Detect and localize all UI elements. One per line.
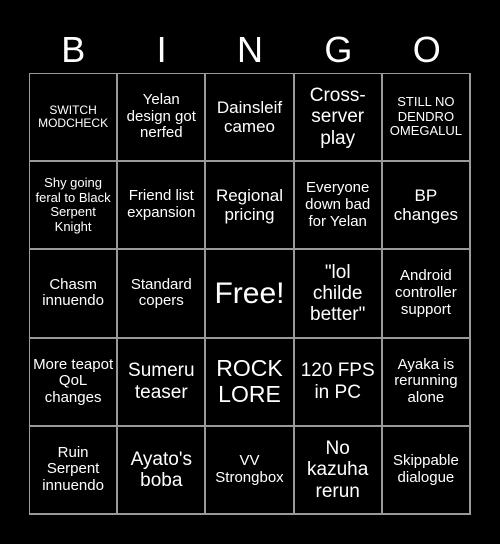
- header-letter-o: O: [412, 29, 441, 70]
- cell-text: 120 FPS in PC: [300, 360, 375, 403]
- bingo-cell-r4-c2[interactable]: Sumeru teaser: [118, 338, 207, 427]
- cell-text: SWITCH MODCHECK: [38, 102, 109, 131]
- cell-text: Ruin Serpent innuendo: [42, 443, 104, 495]
- bingo-cell-r3-c5[interactable]: Android controller support: [382, 250, 471, 339]
- bingo-card: SWITCH MODCHECK Yelan design got nerfed …: [29, 73, 471, 515]
- bingo-cell-r5-c3[interactable]: VV Strongbox: [206, 426, 295, 515]
- bingo-cell-r2-c1[interactable]: Shy going feral to Black Serpent Knight: [30, 162, 119, 251]
- cell-text: Friend list expansion: [127, 187, 196, 222]
- bingo-cell-r3-c1[interactable]: Chasm innuendo: [30, 250, 119, 339]
- bingo-cell-r2-c4[interactable]: Everyone down bad for Yelan: [294, 162, 383, 251]
- cell-text: Skippable dialogue: [392, 452, 459, 486]
- header-letter-n: N: [236, 29, 263, 70]
- cell-text: Ayato's boba: [130, 448, 192, 491]
- bingo-cell-r1-c1[interactable]: SWITCH MODCHECK: [30, 74, 119, 163]
- bingo-cell-r4-c1[interactable]: More teapot QoL changes: [30, 338, 119, 427]
- cell-text: Free!: [214, 276, 285, 310]
- bingo-cell-r1-c4[interactable]: Cross-server play: [294, 74, 383, 163]
- header-letter-i: I: [156, 29, 167, 70]
- cell-text: Chasm innuendo: [42, 275, 104, 310]
- bingo-cell-r5-c2[interactable]: Ayato's boba: [118, 426, 207, 515]
- bingo-cell-r2-c2[interactable]: Friend list expansion: [118, 162, 207, 251]
- cell-text: VV Strongbox: [215, 452, 284, 486]
- bingo-header: B I N G O: [29, 28, 471, 72]
- bingo-cell-r5-c1[interactable]: Ruin Serpent innuendo: [30, 426, 119, 515]
- cell-text: More teapot QoL changes: [33, 355, 114, 407]
- cell-text: Shy going feral to Black Serpent Knight: [35, 175, 111, 234]
- bingo-cell-r1-c2[interactable]: Yelan design got nerfed: [118, 74, 207, 163]
- cell-text: BP changes: [393, 186, 459, 225]
- bingo-cell-r2-c5[interactable]: BP changes: [382, 162, 471, 251]
- cell-text: Sumeru teaser: [128, 360, 195, 403]
- bingo-cell-r1-c3[interactable]: Dainsleif cameo: [206, 74, 295, 163]
- cell-text: Dainsleif cameo: [216, 98, 283, 137]
- cell-text: Standard copers: [130, 275, 192, 310]
- cell-text: STILL NO DENDRO OMEGALUL: [389, 94, 463, 139]
- bingo-cell-free[interactable]: Free!: [206, 250, 295, 339]
- cell-text: No kazuha rerun: [307, 437, 369, 502]
- cell-text: Cross-server play: [309, 85, 366, 149]
- bingo-cell-r3-c4[interactable]: "lol childe better": [294, 250, 383, 339]
- cell-text: Android controller support: [395, 267, 457, 318]
- header-letter-b: B: [61, 29, 86, 70]
- cell-text: "lol childe better": [310, 261, 366, 326]
- cell-text: Yelan design got nerfed: [126, 90, 196, 142]
- cell-text: ROCK LORE: [216, 354, 283, 407]
- cell-text: Regional pricing: [215, 186, 284, 225]
- bingo-cell-r4-c4[interactable]: 120 FPS in PC: [294, 338, 383, 427]
- header-letter-g: G: [324, 29, 353, 70]
- bingo-cell-r3-c2[interactable]: Standard copers: [118, 250, 207, 339]
- bingo-cell-r2-c3[interactable]: Regional pricing: [206, 162, 295, 251]
- cell-text: Everyone down bad for Yelan: [305, 179, 371, 230]
- bingo-cell-r4-c5[interactable]: Ayaka is rerunning alone: [382, 338, 471, 427]
- bingo-cell-r5-c5[interactable]: Skippable dialogue: [382, 426, 471, 515]
- bingo-cell-r5-c4[interactable]: No kazuha rerun: [294, 426, 383, 515]
- cell-text: Ayaka is rerunning alone: [394, 355, 458, 407]
- bingo-cell-r4-c3[interactable]: ROCK LORE: [206, 338, 295, 427]
- bingo-cell-r1-c5[interactable]: STILL NO DENDRO OMEGALUL: [382, 74, 471, 163]
